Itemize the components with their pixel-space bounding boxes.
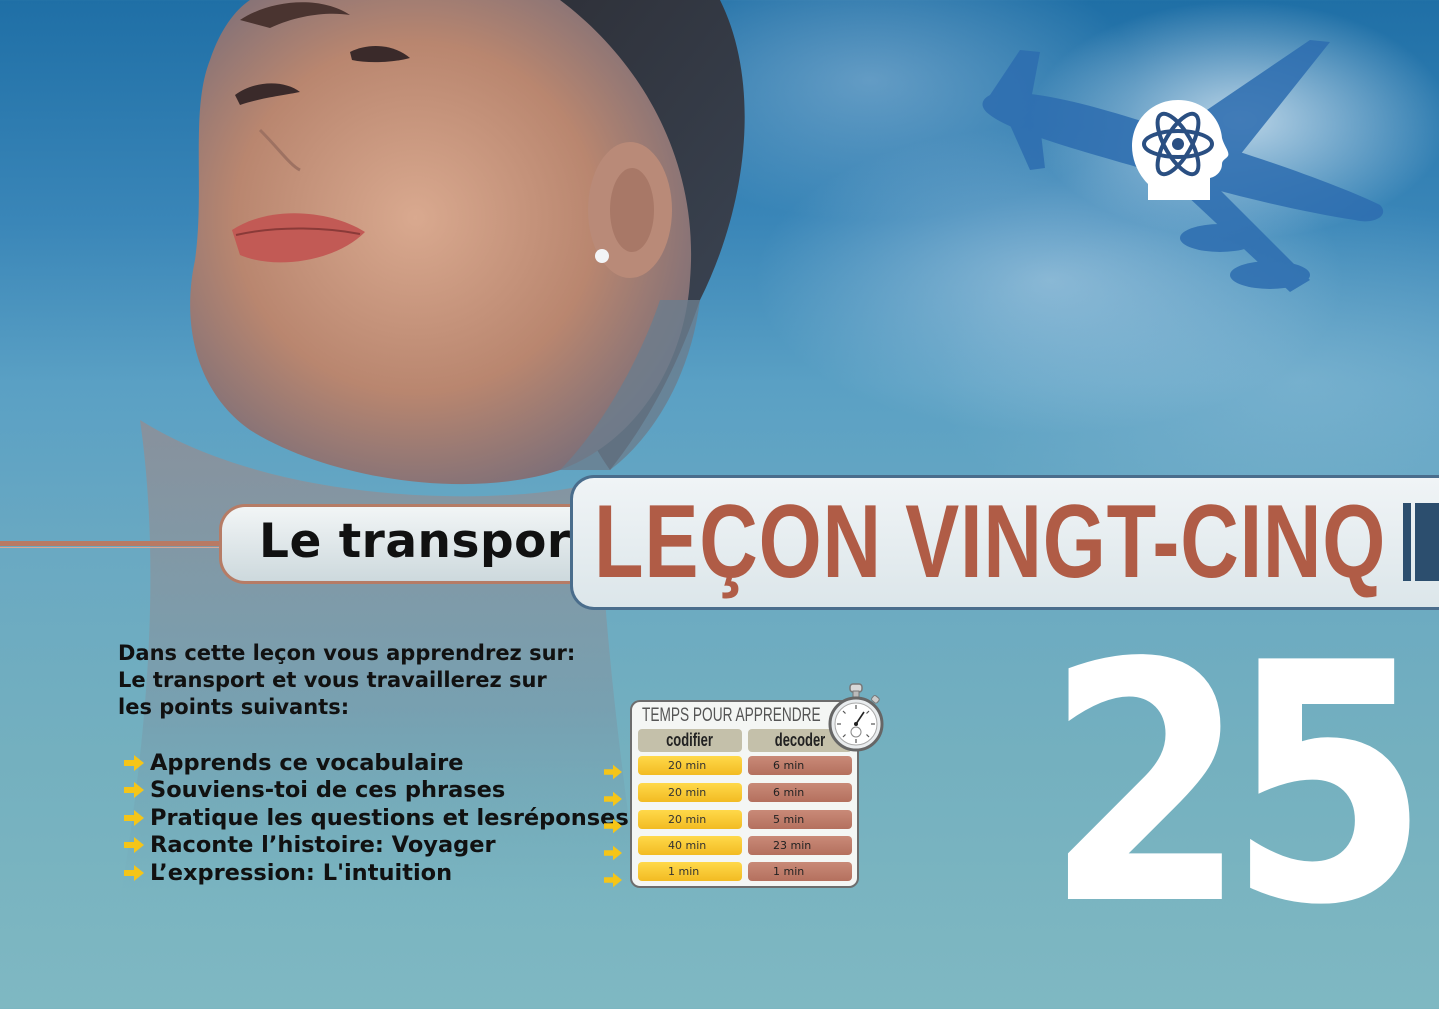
- arrow-right-icon: [604, 764, 622, 780]
- arrow-right-icon: [604, 791, 622, 807]
- arrow-right-icon: [124, 782, 144, 799]
- time-table-title: TEMPS POUR APPRENDRE: [642, 705, 821, 726]
- codifier-time-cell: 1 min: [638, 862, 742, 881]
- decoder-time-cell: 23 min: [748, 836, 852, 855]
- point-text: Apprends ce vocabulaire: [150, 749, 464, 776]
- list-item: Souviens-toi de ces phrases: [118, 777, 578, 805]
- lesson-number: 25: [1045, 593, 1430, 977]
- codifier-time-cell: 20 min: [638, 810, 742, 829]
- lesson-points-list: Apprends ce vocabulaire Souviens-toi de …: [118, 749, 629, 887]
- arrow-right-icon: [604, 845, 622, 861]
- stopwatch-icon: [828, 683, 884, 752]
- column-header-codifier: codifier: [638, 729, 742, 752]
- lesson-title: LEÇON VINGT-CINQ: [594, 484, 1387, 600]
- lesson-intro: Dans cette leçon vous apprendrez sur: Le…: [118, 641, 576, 719]
- point-text: Raconte l’histoire: Voyager: [150, 832, 496, 859]
- arrow-right-icon: [604, 818, 622, 834]
- codifier-time-cell: 40 min: [638, 836, 742, 855]
- arrow-right-icon: [124, 864, 144, 881]
- brain-atom-icon: [1132, 100, 1229, 200]
- point-text: L’expression: L'intuition: [150, 859, 453, 886]
- decoder-time-cell: 5 min: [748, 810, 852, 829]
- list-item: Pratique les questions et lesréponses: [118, 804, 629, 832]
- decoder-time-cell: 6 min: [748, 783, 852, 802]
- list-item: Raconte l’histoire: Voyager: [118, 832, 578, 860]
- lesson-subtitle: Le transport: [259, 514, 594, 569]
- list-item: L’expression: L'intuition: [118, 859, 578, 887]
- decoder-time-cell: 1 min: [748, 862, 852, 881]
- arrow-right-icon: [124, 809, 144, 826]
- title-divider-line: [0, 541, 222, 548]
- arrow-right-icon: [124, 837, 144, 854]
- arrow-right-icon: [124, 754, 144, 771]
- arrow-right-icon: [604, 872, 622, 888]
- codifier-time-cell: 20 min: [638, 756, 742, 775]
- point-text: Souviens-toi de ces phrases: [150, 777, 506, 804]
- list-item: Apprends ce vocabulaire: [118, 749, 578, 777]
- title-end-mark: [1403, 503, 1439, 581]
- decoder-time-cell: 6 min: [748, 756, 852, 775]
- codifier-time-cell: 20 min: [638, 783, 742, 802]
- point-text: Pratique les questions et lesréponses: [150, 804, 629, 831]
